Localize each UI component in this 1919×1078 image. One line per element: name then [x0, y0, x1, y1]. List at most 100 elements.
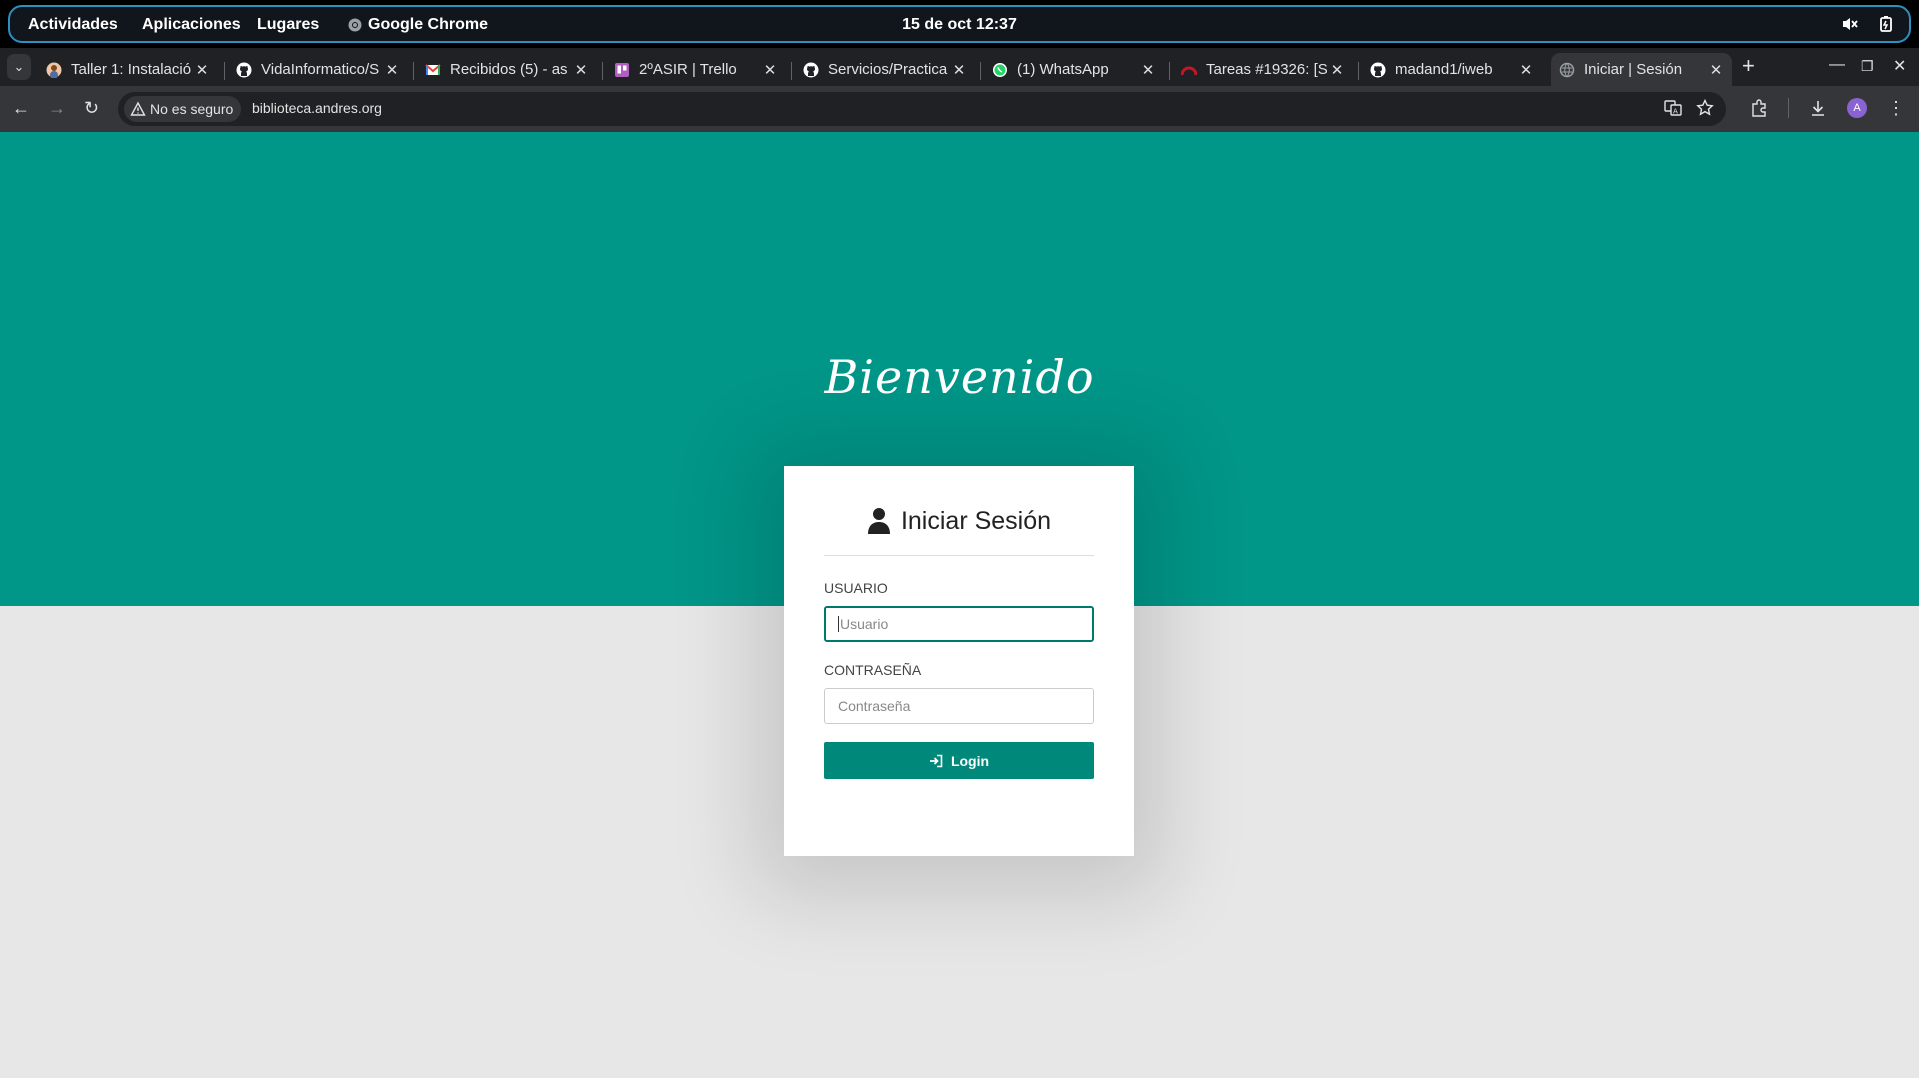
menu-button[interactable]: ⋮	[1887, 99, 1905, 117]
omnibox-actions: A	[1664, 99, 1714, 117]
tab-title: (1) WhatsApp	[1017, 61, 1109, 78]
github-icon	[236, 62, 252, 77]
password-input[interactable]: Contraseña	[824, 688, 1094, 724]
login-button-label: Login	[950, 752, 990, 769]
username-label: USUARIO	[824, 580, 888, 596]
tab-title: Iniciar | Sesión	[1584, 61, 1683, 78]
arrow-right-icon: →	[48, 98, 66, 118]
star-icon[interactable]	[1696, 99, 1714, 117]
tab-separator	[602, 62, 603, 80]
login-card: Iniciar Sesión USUARIO Usuario CONTRASEÑ…	[784, 466, 1134, 856]
tab-title: madand1/iweb	[1395, 61, 1493, 78]
forward-button[interactable]: →	[48, 98, 66, 119]
page-viewport: Bienvenido Iniciar Sesión USUARIO Usuari…	[0, 132, 1919, 1078]
tab-separator	[413, 62, 414, 80]
toolbar-actions: A ⋮	[1750, 98, 1905, 118]
minimize-icon: —	[1829, 56, 1845, 73]
toolbar-divider	[1788, 98, 1789, 118]
tab-servicios[interactable]: Servicios/Practica ✕	[795, 53, 975, 86]
tab-separator	[1169, 62, 1170, 80]
browser-toolbar: ← → ↻ No es seguro biblioteca.andres.org…	[0, 86, 1919, 132]
divider	[824, 555, 1094, 556]
close-icon[interactable]: ✕	[760, 61, 780, 79]
tab-separator	[980, 62, 981, 80]
close-window-button[interactable]: ✕	[1893, 56, 1906, 76]
profile-initial: A	[1853, 102, 1861, 114]
security-chip[interactable]: No es seguro	[124, 96, 242, 122]
tab-iniciar-sesion[interactable]: Iniciar | Sesión ✕	[1551, 53, 1732, 86]
translate-icon[interactable]: A	[1664, 99, 1682, 117]
chevron-down-icon: ⌄	[13, 59, 25, 74]
security-label: No es seguro	[150, 101, 234, 117]
tab-madand1[interactable]: madand1/iweb ✕	[1362, 53, 1542, 86]
tab-title: Taller 1: Instalació	[71, 61, 192, 78]
password-placeholder: Contraseña	[838, 698, 911, 714]
tab-tareas[interactable]: Tareas #19326: [S ✕	[1173, 53, 1353, 86]
kebab-menu-icon: ⋮	[1887, 98, 1905, 118]
whatsapp-icon	[993, 62, 1007, 77]
sign-in-icon	[929, 754, 943, 767]
trello-icon	[615, 62, 629, 77]
gmail-icon	[425, 63, 441, 75]
minimize-button[interactable]: —	[1829, 56, 1845, 74]
user-icon	[867, 508, 890, 534]
tab-title: Recibidos (5) - as	[450, 61, 568, 78]
clock-label: 15 de oct 12:37	[902, 16, 1017, 33]
close-icon[interactable]: ✕	[382, 61, 402, 79]
clock[interactable]: 15 de oct 12:37	[10, 16, 1909, 34]
tab-trello[interactable]: 2ºASIR | Trello ✕	[606, 53, 786, 86]
tab-recibidos[interactable]: Recibidos (5) - as ✕	[417, 53, 597, 86]
username-input[interactable]: Usuario	[824, 606, 1094, 642]
tab-separator	[1358, 62, 1359, 80]
github-icon	[1370, 62, 1386, 77]
login-button[interactable]: Login	[824, 742, 1094, 779]
close-icon[interactable]: ✕	[1138, 61, 1158, 79]
close-icon[interactable]: ✕	[571, 61, 591, 79]
extensions-icon[interactable]	[1750, 99, 1768, 117]
tab-whatsapp[interactable]: (1) WhatsApp ✕	[984, 53, 1164, 86]
download-icon[interactable]	[1809, 99, 1827, 117]
tab-separator	[791, 62, 792, 80]
address-bar[interactable]: No es seguro biblioteca.andres.org A	[118, 92, 1726, 126]
globe-icon	[1559, 62, 1575, 77]
system-tray[interactable]	[1841, 15, 1895, 33]
close-icon[interactable]: ✕	[1516, 61, 1536, 79]
url-text[interactable]: biblioteca.andres.org	[252, 100, 382, 116]
reload-icon: ↻	[84, 98, 100, 118]
arrow-left-icon: ←	[12, 98, 30, 118]
restore-icon: ❐	[1861, 58, 1874, 74]
tab-taller[interactable]: Taller 1: Instalació ✕	[38, 53, 218, 86]
close-icon[interactable]: ✕	[1706, 61, 1726, 79]
close-icon[interactable]: ✕	[1327, 61, 1347, 79]
system-top-bar: Actividades Aplicaciones Lugares Google …	[0, 0, 1919, 48]
reload-button[interactable]: ↻	[84, 98, 99, 119]
login-title-text: Iniciar Sesión	[900, 506, 1052, 535]
volume-muted-icon	[1843, 18, 1858, 30]
restore-button[interactable]: ❐	[1861, 58, 1874, 75]
tab-title: Servicios/Practica	[828, 61, 948, 78]
tab-title: VidaInformatico/S	[261, 61, 380, 78]
tab-search-button[interactable]: ⌄	[7, 54, 31, 80]
battery-icon	[1880, 16, 1892, 32]
plus-icon: +	[1742, 53, 1755, 78]
profile-avatar[interactable]: A	[1847, 98, 1867, 118]
tab-title: Tareas #19326: [S	[1206, 61, 1327, 78]
login-title: Iniciar Sesión	[824, 504, 1094, 538]
avatar-favicon-icon	[46, 62, 62, 78]
password-label: CONTRASEÑA	[824, 662, 922, 678]
back-button[interactable]: ←	[12, 98, 30, 119]
tab-vidainformatico[interactable]: VidaInformatico/S ✕	[228, 53, 408, 86]
close-icon[interactable]: ✕	[949, 61, 969, 79]
warning-icon	[130, 101, 146, 116]
svg-text:A: A	[1673, 108, 1678, 116]
username-placeholder: Usuario	[838, 616, 889, 632]
tab-title: 2ºASIR | Trello	[639, 61, 737, 78]
github-icon	[803, 62, 819, 77]
new-tab-button[interactable]: +	[1742, 53, 1755, 79]
system-top-bar-panel: Actividades Aplicaciones Lugares Google …	[8, 5, 1911, 43]
close-icon[interactable]: ✕	[192, 61, 212, 79]
tab-separator	[224, 62, 225, 80]
tab-strip: ⌄ Taller 1: Instalació ✕ VidaInformatico…	[0, 48, 1919, 86]
close-icon: ✕	[1893, 58, 1907, 75]
welcome-heading: Bienvenido	[824, 350, 1095, 404]
